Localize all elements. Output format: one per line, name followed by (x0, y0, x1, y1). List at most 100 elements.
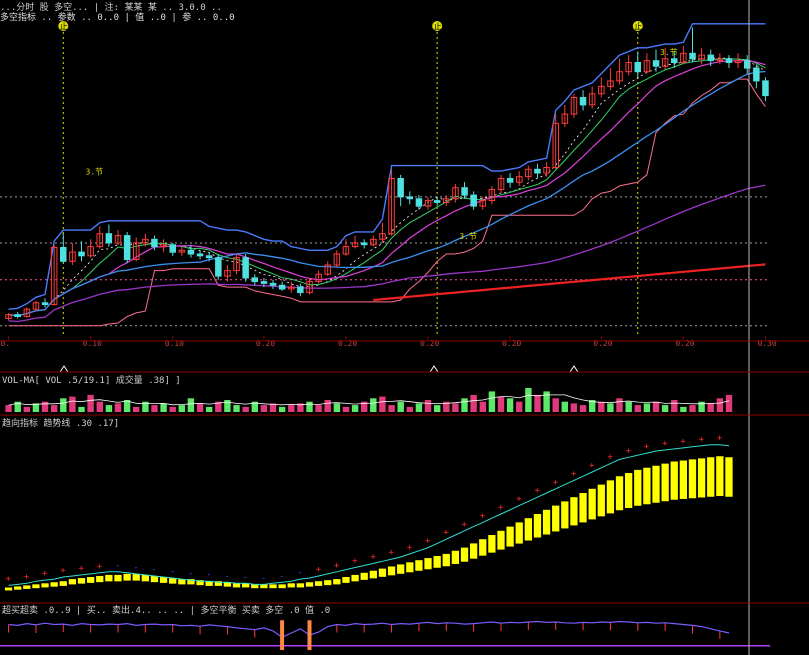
indicator-point-marker: + (717, 434, 723, 444)
indicator-point-marker: + (6, 574, 12, 584)
volume-bar (497, 396, 505, 412)
price-annotation: 3.节 (660, 48, 678, 57)
volume-bar (178, 405, 185, 412)
volume-bar (105, 405, 113, 412)
indicator-point-marker: - (115, 561, 120, 571)
volume-bar (288, 405, 295, 412)
indicator-point-marker: + (334, 561, 340, 571)
volume-bar (370, 398, 377, 412)
indicator-point-marker: - (297, 568, 302, 578)
indicator-point-marker: + (97, 562, 103, 572)
volume-panel (5, 388, 733, 412)
indicator-point-marker: + (462, 520, 468, 530)
volume-bar (516, 401, 523, 412)
indicator-point-marker: - (261, 573, 266, 583)
candle (361, 242, 368, 246)
indicator-point-marker: + (443, 528, 449, 538)
candle (579, 97, 587, 106)
main-price-panel: 止 止 止 3.节 3.节 3.节 (0, 21, 770, 335)
indicator-point-marker: + (480, 511, 486, 521)
candle (415, 198, 423, 207)
indicator-point-marker: - (224, 571, 229, 581)
indicator-point-marker: + (589, 461, 595, 471)
candle (187, 249, 195, 255)
volume-bar (661, 405, 669, 412)
event-marker-label: 止 (434, 21, 442, 31)
volume-bar (51, 405, 58, 412)
volume-bar (707, 403, 714, 412)
candle (725, 58, 733, 63)
candle (196, 253, 204, 257)
volume-bar (397, 401, 404, 412)
volume-bar (652, 401, 660, 412)
candle (242, 257, 249, 279)
volume-bar (169, 406, 176, 412)
indicator-point-marker: + (699, 435, 705, 445)
indicator-point-marker: + (662, 439, 668, 449)
candle (689, 52, 696, 60)
candle (707, 54, 714, 62)
volume-bar (452, 403, 459, 412)
volume-bar (570, 403, 578, 412)
indicator-point-marker: + (571, 469, 577, 479)
price-annotation: 3.节 (459, 232, 477, 241)
trend-line (373, 263, 766, 302)
volume-bar (643, 403, 651, 412)
volume-bar (233, 405, 240, 412)
period-marker-line (0, 365, 770, 373)
volume-bar (379, 396, 386, 412)
slow-average-line (8, 184, 766, 323)
volume-bar (415, 403, 423, 412)
indicator-point-marker: - (206, 570, 211, 580)
candle (433, 200, 441, 203)
volume-bar (133, 406, 140, 412)
candle (297, 286, 304, 294)
candle (123, 235, 131, 261)
volume-bar (41, 401, 49, 412)
volume-bar (479, 401, 486, 412)
indicator-point-marker: - (243, 572, 248, 582)
volume-bar (552, 398, 559, 412)
candle (41, 302, 49, 306)
candle (60, 247, 67, 262)
indicator-point-marker: + (425, 537, 431, 547)
candle (634, 62, 641, 73)
volume-bar (461, 398, 468, 412)
volume-bar (306, 401, 313, 412)
upper-channel-line (8, 23, 766, 310)
volume-bar (206, 406, 213, 412)
volume-bar (616, 398, 623, 412)
indicator-point-marker: + (534, 486, 540, 496)
candle (753, 67, 760, 82)
volume-bar (689, 405, 696, 412)
indicator-point-marker: - (133, 563, 138, 573)
oscillator-panel (0, 620, 770, 651)
mid-average-line (8, 59, 766, 317)
volume-bar (525, 388, 532, 412)
candle (251, 277, 258, 283)
indicator-panel: + + + + + + - - - - - - - - - - - + + + + + + + + + + + + + + + + + + + + + + + (4, 434, 733, 591)
volume-bar (342, 406, 350, 412)
indicator-point-marker: - (151, 565, 156, 575)
volume-bar (470, 394, 477, 412)
candle (215, 257, 222, 277)
indicator-point-marker: + (644, 442, 650, 452)
indicator-point-marker: + (42, 569, 48, 579)
date-tick-label: 0.20 (675, 339, 694, 348)
indicator-panel-label: 趋向指标 趋势线 .30 .17] (2, 417, 119, 429)
indicator-point-marker: + (79, 564, 85, 574)
date-tick-label: 0.10 (165, 339, 184, 348)
volume-bar (151, 405, 158, 412)
indicator-point-marker: + (626, 446, 632, 456)
volume-bar (196, 403, 204, 412)
date-tick-label: 0.20 (502, 339, 521, 348)
candle (397, 178, 404, 198)
date-tick-label: 0.20 (256, 339, 275, 348)
candle (652, 60, 660, 67)
candle (278, 284, 286, 290)
candle (105, 233, 113, 244)
price-annotation: 3.节 (86, 168, 104, 177)
volume-bar (87, 394, 94, 412)
candle (151, 238, 158, 248)
short-average-line (8, 57, 766, 317)
